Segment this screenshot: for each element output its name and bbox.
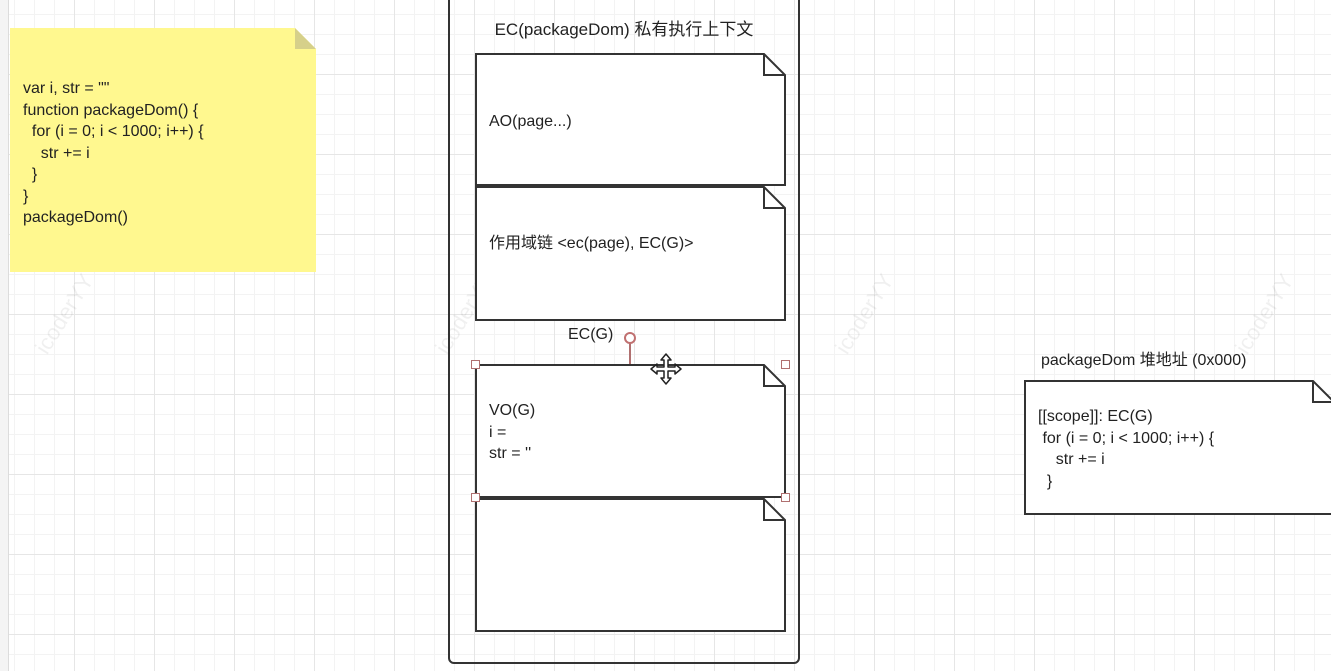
vo-note[interactable]: VO(G) i = str = '' (475, 364, 786, 498)
ao-note[interactable]: AO(page...) (475, 53, 786, 186)
resize-handle-bottom-left[interactable] (471, 493, 480, 502)
resize-handle-bottom-right[interactable] (781, 493, 790, 502)
watermark: icoderYY (830, 269, 899, 359)
execution-context-title: EC(packageDom) 私有执行上下文 (494, 20, 754, 39)
resize-handle-top-left[interactable] (471, 360, 480, 369)
watermark: icoderYY (30, 269, 99, 359)
code-sticky-note[interactable]: var i, str = "" function packageDom() { … (10, 28, 316, 272)
move-cursor-icon (649, 352, 683, 392)
resize-handle-top-right[interactable] (781, 360, 790, 369)
scope-chain-note[interactable]: 作用域链 <ec(page), EC(G)> (475, 186, 786, 321)
rotate-handle-icon[interactable] (624, 332, 636, 344)
heap-address-label: packageDom 堆地址 (0x000) (1041, 352, 1247, 369)
ao-note-text: AO(page...) (489, 113, 572, 130)
canvas-left-edge (0, 0, 9, 671)
sticky-note-fold (295, 28, 316, 49)
empty-note-shape (475, 498, 786, 632)
vo-note-text: VO(G) i = str = '' (489, 402, 536, 462)
global-context-label: EC(G) (568, 326, 614, 343)
heap-note-text: [[scope]]: EC(G) for (i = 0; i < 1000; i… (1038, 408, 1215, 490)
heap-note[interactable]: [[scope]]: EC(G) for (i = 0; i < 1000; i… (1024, 380, 1331, 515)
rotate-handle-stem (629, 343, 631, 364)
scope-chain-note-text: 作用域链 <ec(page), EC(G)> (489, 235, 694, 252)
empty-note[interactable] (475, 498, 786, 632)
sticky-note-code: var i, str = "" function packageDom() { … (23, 80, 204, 226)
